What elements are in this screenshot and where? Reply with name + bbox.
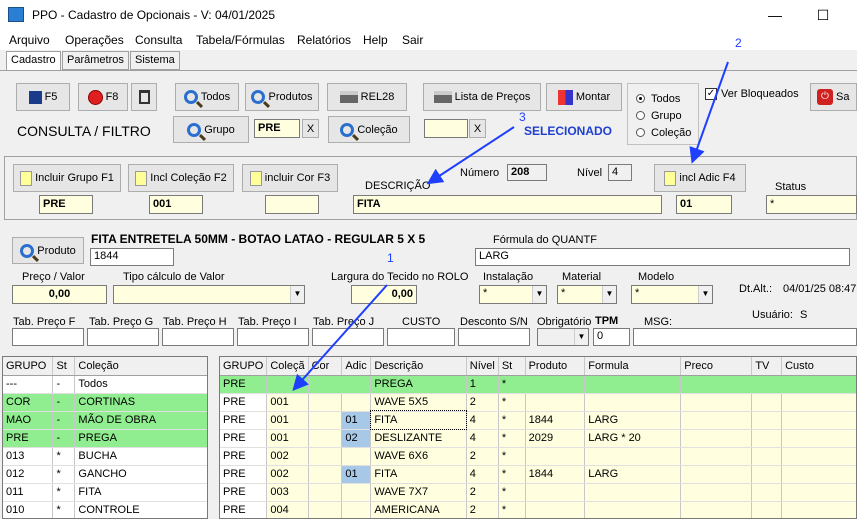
annotation-arrow-2 (689, 61, 729, 164)
annotation-number-1: 1 (387, 251, 394, 265)
annotation-arrows (292, 61, 729, 391)
annotation-arrow-1 (292, 284, 388, 391)
annotation-number-2: 2 (735, 36, 742, 50)
annotation-arrow-3 (426, 126, 515, 185)
annotation-number-3: 3 (519, 110, 526, 124)
